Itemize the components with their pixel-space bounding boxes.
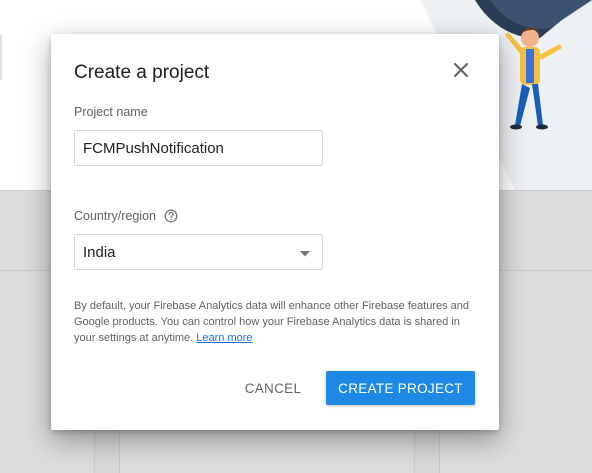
create-project-dialog: Create a project Project name Country/re…: [51, 34, 499, 430]
cancel-button[interactable]: CANCEL: [235, 371, 311, 405]
close-icon: [454, 63, 468, 77]
page-edge-divider: [0, 35, 2, 80]
learn-more-link[interactable]: Learn more: [196, 332, 252, 344]
country-region-select[interactable]: India: [74, 234, 323, 270]
close-button[interactable]: [449, 58, 473, 82]
help-circle-icon[interactable]: [164, 209, 178, 223]
project-name-input[interactable]: [74, 130, 323, 166]
disclaimer-text: By default, your Firebase Analytics data…: [74, 300, 470, 344]
analytics-disclaimer: By default, your Firebase Analytics data…: [74, 298, 479, 346]
dropdown-arrow-icon: [300, 250, 310, 256]
create-project-button[interactable]: CREATE PROJECT: [326, 371, 475, 405]
country-region-label: Country/region: [74, 209, 156, 223]
dialog-title: Create a project: [74, 62, 210, 83]
project-name-label: Project name: [74, 105, 148, 119]
country-region-label-row: Country/region: [74, 209, 178, 223]
country-region-value: India: [83, 243, 116, 261]
